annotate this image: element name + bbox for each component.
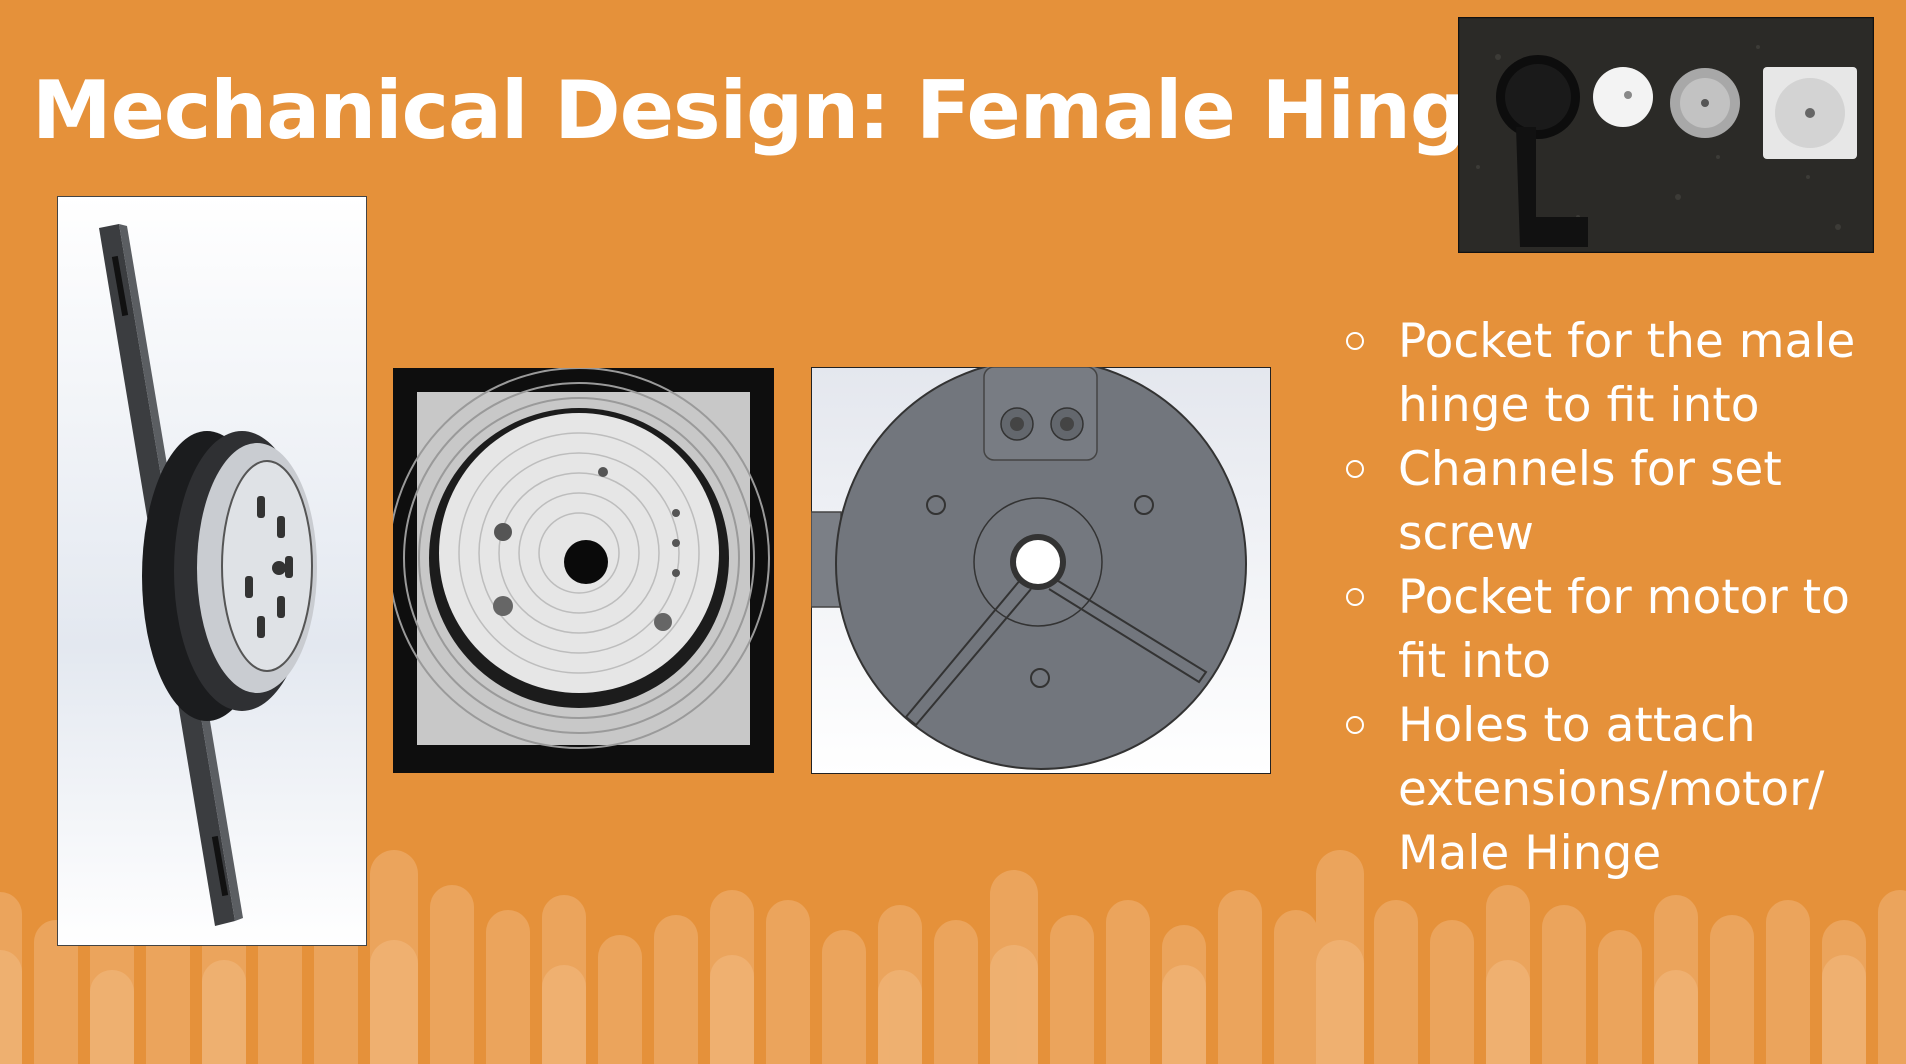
bullet-item: Channels for set screw — [1346, 438, 1906, 566]
slide-title: Mechanical Design: Female Hinge — [32, 64, 1520, 157]
cad-top-view — [811, 367, 1271, 774]
bullet-text: Holes to attach extensions/motor/ Male H… — [1398, 698, 1825, 881]
bullet-list: Pocket for the male hinge to fit into Ch… — [1346, 310, 1906, 886]
bullet-text: Channels for set screw — [1398, 442, 1782, 561]
parts-photo — [1458, 17, 1874, 253]
bullet-circle-icon — [1346, 716, 1364, 734]
bullet-text: Pocket for the male hinge to fit into — [1398, 314, 1856, 433]
bullet-item: Holes to attach extensions/motor/ Male H… — [1346, 694, 1906, 886]
bullet-circle-icon — [1346, 588, 1364, 606]
bullet-item: Pocket for the male hinge to fit into — [1346, 310, 1906, 438]
bullet-item: Pocket for motor to fit into — [1346, 566, 1906, 694]
machined-part-photo — [393, 368, 774, 773]
bullet-circle-icon — [1346, 460, 1364, 478]
cad-isometric-view — [57, 196, 367, 946]
slide: Mechanical Design: Female Hinge Pocket f… — [0, 0, 1906, 1064]
bullet-text: Pocket for motor to fit into — [1398, 570, 1850, 689]
bullet-circle-icon — [1346, 332, 1364, 350]
